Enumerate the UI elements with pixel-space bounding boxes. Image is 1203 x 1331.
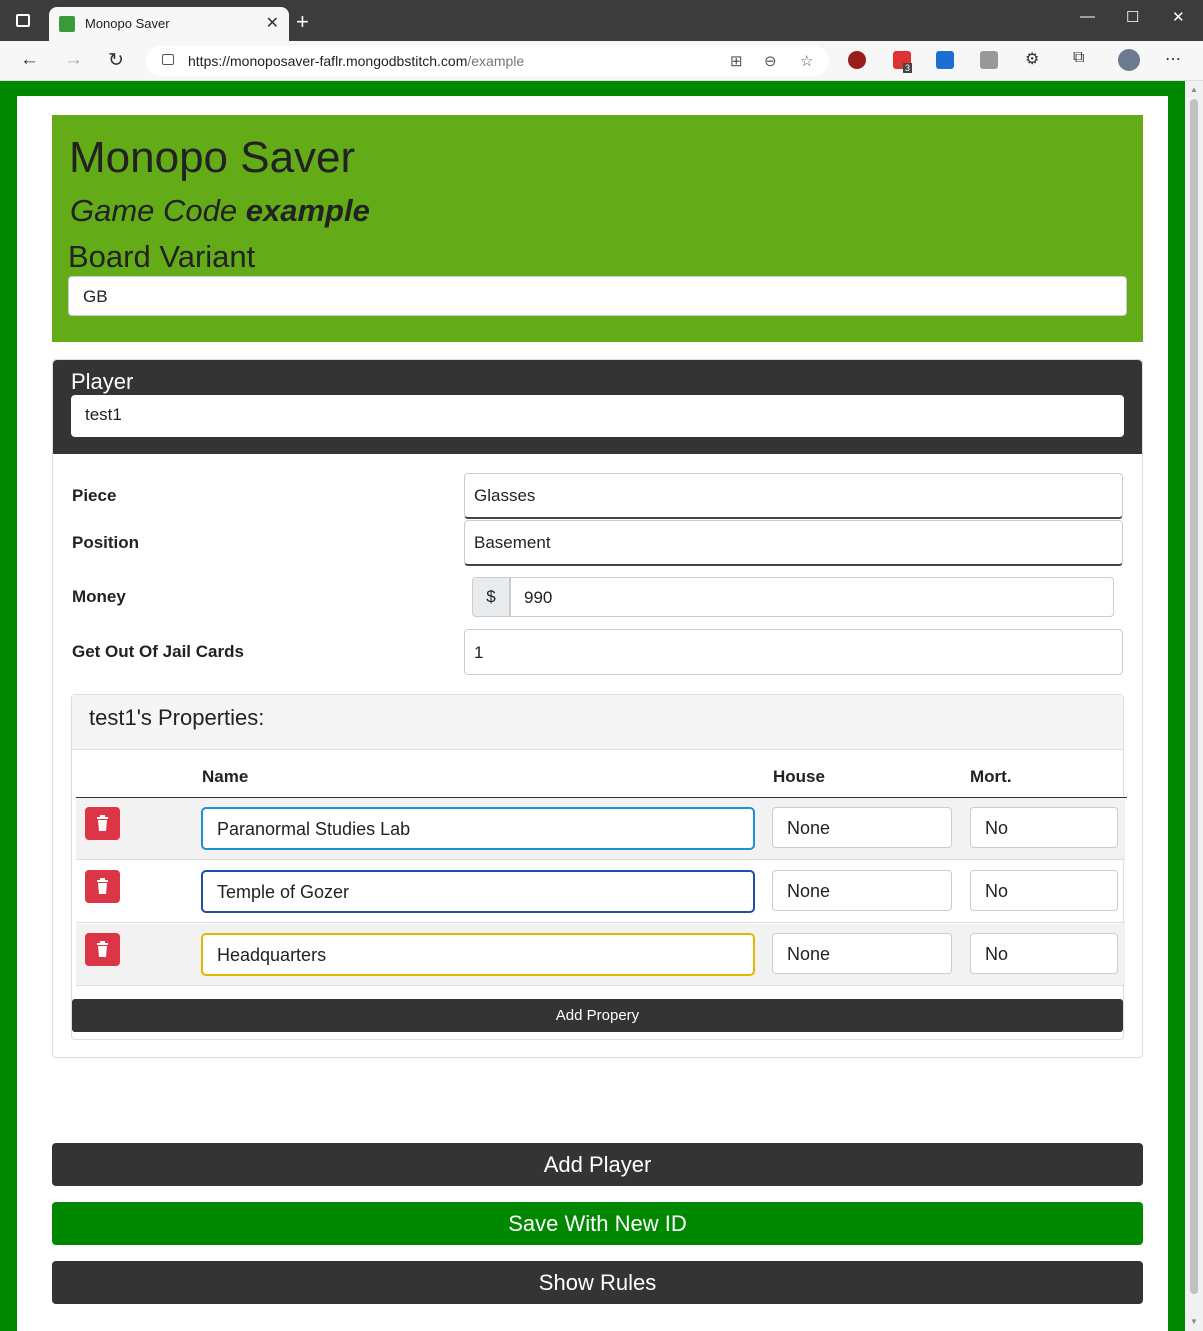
house-select[interactable]: None <box>772 807 952 848</box>
zoom-icon[interactable]: ⊖ <box>764 52 777 70</box>
money-input[interactable]: 990 <box>510 577 1114 617</box>
trash-icon <box>97 878 108 894</box>
properties-title: test1's Properties: <box>89 705 265 730</box>
delete-property-button[interactable] <box>85 933 120 966</box>
forward-button[interactable]: → <box>64 49 83 71</box>
properties-panel: test1's Properties: Name House Mort. Par… <box>71 694 1127 1040</box>
browser-toolbar: ← → ↻ https://monoposaver-faflr.mongodbs… <box>0 41 1203 81</box>
delete-property-button[interactable] <box>85 870 120 903</box>
player-card: Player test1 Piece Glasses Position Base… <box>52 359 1143 1058</box>
property-name-input[interactable]: Temple of Gozer <box>201 870 755 913</box>
favicon-icon <box>59 16 75 32</box>
property-name-input[interactable]: Headquarters <box>201 933 755 976</box>
column-header-house: House <box>773 767 825 786</box>
collections-icon[interactable]: ⧉ <box>1073 49 1084 67</box>
url-text[interactable]: https://monoposaver-faflr.mongodbstitch.… <box>188 53 524 69</box>
properties-header: test1's Properties: <box>72 695 1123 750</box>
lock-icon[interactable] <box>162 54 174 65</box>
house-select[interactable]: None <box>772 933 952 974</box>
minimize-button[interactable]: — <box>1080 8 1095 25</box>
scroll-down-arrow-icon[interactable]: ▼ <box>1190 1317 1198 1326</box>
page-scrollbar[interactable]: ▲ ▼ <box>1185 81 1203 1331</box>
board-variant-label: Board Variant <box>68 239 256 274</box>
scroll-thumb[interactable] <box>1190 99 1198 1294</box>
reload-button[interactable]: ↻ <box>108 49 124 72</box>
maximize-button[interactable]: ☐ <box>1126 8 1139 26</box>
player-card-header: Player test1 <box>53 360 1142 454</box>
money-prefix: $ <box>472 577 510 617</box>
table-row: Headquarters None No <box>76 924 1125 986</box>
scroll-up-arrow-icon[interactable]: ▲ <box>1190 85 1198 94</box>
column-header-name: Name <box>202 767 249 786</box>
reader-extension-icon[interactable] <box>936 51 954 69</box>
mortgage-select[interactable]: No <box>970 933 1118 974</box>
board-variant-select[interactable]: GB <box>68 276 1127 316</box>
collections-extension-icon[interactable] <box>980 51 998 69</box>
house-select[interactable]: None <box>772 870 952 911</box>
add-property-button[interactable]: Add Propery <box>72 999 1123 1032</box>
address-bar[interactable]: https://monoposaver-faflr.mongodbstitch.… <box>146 46 829 76</box>
player-label: Player <box>71 369 134 394</box>
add-player-button[interactable]: Add Player <box>52 1143 1143 1186</box>
browser-tab[interactable]: Monopo Saver ✕ <box>49 7 289 41</box>
trash-icon <box>97 815 108 831</box>
more-menu-icon[interactable]: ⋯ <box>1165 49 1181 69</box>
show-rules-button[interactable]: Show Rules <box>52 1261 1143 1304</box>
player-name-input[interactable]: test1 <box>71 395 1124 437</box>
profile-avatar[interactable] <box>1118 49 1140 71</box>
extensions-icon[interactable]: ⚙ <box>1025 49 1039 69</box>
close-window-button[interactable]: ✕ <box>1172 8 1185 26</box>
browser-titlebar: Monopo Saver ✕ + — ☐ ✕ <box>0 0 1203 41</box>
tab-actions-icon[interactable] <box>16 14 30 27</box>
app-available-icon[interactable]: ⊞ <box>730 52 743 70</box>
game-code-heading: Game Code example <box>70 193 370 228</box>
money-label: Money <box>72 587 126 606</box>
back-button[interactable]: ← <box>20 49 39 71</box>
trash-icon <box>97 941 108 957</box>
column-header-mort: Mort. <box>970 767 1012 786</box>
piece-label: Piece <box>72 486 117 505</box>
table-row: Paranormal Studies Lab None No <box>76 798 1125 860</box>
mortgage-select[interactable]: No <box>970 807 1118 848</box>
save-new-id-button[interactable]: Save With New ID <box>52 1202 1143 1245</box>
page-viewport: Monopo Saver Game Code example Board Var… <box>0 81 1185 1331</box>
ublock-icon[interactable] <box>848 51 866 69</box>
tab-title: Monopo Saver <box>85 16 170 31</box>
position-label: Position <box>72 533 140 552</box>
property-name-input[interactable]: Paranormal Studies Lab <box>201 807 755 850</box>
position-select[interactable]: Basement <box>464 520 1123 566</box>
favorites-add-icon[interactable]: ☆ <box>800 52 813 70</box>
piece-select[interactable]: Glasses <box>464 473 1123 519</box>
delete-property-button[interactable] <box>85 807 120 840</box>
app-title: Monopo Saver <box>69 133 356 182</box>
table-row: Temple of Gozer None No <box>76 861 1125 923</box>
jail-cards-input[interactable]: 1 <box>464 629 1123 675</box>
page-container: Monopo Saver Game Code example Board Var… <box>17 96 1168 1331</box>
new-tab-button[interactable]: + <box>296 9 309 35</box>
game-code-value: example <box>245 193 370 228</box>
extension-badge: 3 <box>903 63 913 73</box>
header-jumbotron: Monopo Saver Game Code example Board Var… <box>52 115 1143 342</box>
close-tab-icon[interactable]: ✕ <box>266 13 279 33</box>
jail-cards-label: Get Out Of Jail Cards <box>72 642 244 661</box>
mortgage-select[interactable]: No <box>970 870 1118 911</box>
